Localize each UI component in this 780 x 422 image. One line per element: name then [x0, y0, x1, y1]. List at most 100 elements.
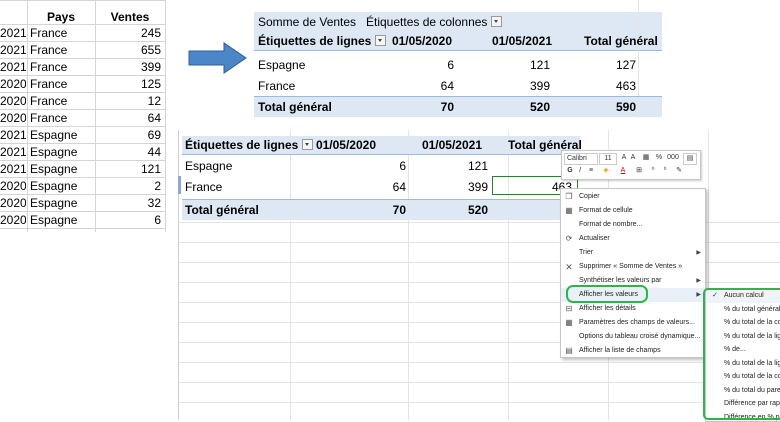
year-cell[interactable]: 2021 — [0, 144, 26, 161]
country-cell[interactable]: Espagne — [30, 127, 94, 144]
menu-item-details[interactable]: ⊟Afficher les détails — [561, 302, 705, 316]
row-label-espagne: Espagne — [185, 158, 232, 175]
value-cell[interactable]: 64 — [366, 179, 406, 196]
country-cell[interactable]: France — [30, 110, 94, 127]
col-date-2021: 01/05/2021 — [414, 137, 482, 154]
sales-cell[interactable]: 64 — [96, 110, 161, 127]
menu-item-refresh[interactable]: ⟳Actualiser — [561, 232, 705, 246]
country-cell[interactable]: Espagne — [30, 212, 94, 229]
font-name-box[interactable]: Calibri — [564, 153, 598, 165]
col-date-2020: 01/05/2020 — [386, 33, 452, 50]
menu-item-number-format[interactable]: Format de nombre... — [561, 218, 705, 232]
percent-icon[interactable]: % — [654, 153, 664, 163]
value-cell[interactable]: 399 — [510, 78, 550, 95]
country-cell[interactable]: Espagne — [30, 144, 94, 161]
number-format-icon[interactable]: ▦ — [640, 153, 652, 163]
mini-toolbar: Calibri 11 A A ▦ % 000 ▤ G I ≡ ◈ A ⊞ ⁰ ⁰… — [561, 150, 701, 180]
year-cell[interactable]: 2021 — [0, 42, 26, 59]
sales-cell[interactable]: 399 — [96, 59, 161, 76]
menu-item-pivot-options[interactable]: Options du tableau croisé dynamique... — [561, 330, 705, 344]
country-cell[interactable]: Espagne — [30, 195, 94, 212]
sales-cell[interactable]: 44 — [96, 144, 161, 161]
menu-item-remove[interactable]: ✕Supprimer « Somme de Ventes » — [561, 260, 705, 274]
bold-icon[interactable]: G — [566, 166, 574, 176]
font-color-icon[interactable]: A — [618, 166, 628, 176]
format-painter-icon[interactable]: ▤ — [683, 153, 697, 165]
source-table: Pays Ventes 2021France2452021France65520… — [0, 0, 166, 232]
row-label-france: France — [258, 78, 295, 95]
sales-cell[interactable]: 121 — [96, 161, 161, 178]
format-cell-icon: ▦ — [565, 207, 573, 215]
chevron-right-icon: ▶ — [696, 288, 701, 302]
year-cell[interactable]: 2020 — [0, 195, 26, 212]
year-cell[interactable]: 2020 — [0, 178, 26, 195]
col-total: Total général — [584, 33, 658, 50]
grand-total-cell[interactable]: 520 — [448, 202, 488, 219]
value-cell[interactable]: 121 — [510, 57, 550, 74]
value-cell[interactable]: 6 — [366, 158, 406, 175]
decimal-decrease-icon[interactable]: ⁰ — [660, 166, 670, 176]
year-cell[interactable]: 2021 — [0, 25, 26, 42]
year-cell[interactable]: 2021 — [0, 127, 26, 144]
sales-cell[interactable]: 2 — [96, 178, 161, 195]
sales-cell[interactable]: 125 — [96, 76, 161, 93]
col-date-2020: 01/05/2020 — [310, 137, 376, 154]
row-labels[interactable]: Étiquettes de lignes — [185, 137, 313, 154]
decrease-font-icon[interactable]: A — [629, 153, 637, 163]
year-cell[interactable]: 2020 — [0, 93, 26, 110]
col-labels-text: Étiquettes de colonnes — [366, 15, 487, 29]
highlight-submenu — [703, 288, 780, 420]
country-cell[interactable]: Espagne — [30, 161, 94, 178]
filter-icon[interactable] — [491, 16, 502, 27]
value-cell[interactable]: 399 — [448, 179, 488, 196]
sales-cell[interactable]: 655 — [96, 42, 161, 59]
grand-total-cell[interactable]: 520 — [510, 99, 550, 116]
grand-total-label: Total général — [258, 99, 332, 116]
menu-item-field-list[interactable]: ▤Afficher la liste de champs — [561, 344, 705, 358]
decimal-icon[interactable]: ⁰ — [648, 166, 658, 176]
clear-icon[interactable]: ✎ — [674, 166, 684, 176]
country-cell[interactable]: France — [30, 59, 94, 76]
country-cell[interactable]: France — [30, 42, 94, 59]
col-date-2021: 01/05/2021 — [484, 33, 552, 50]
increase-font-icon[interactable]: A — [620, 153, 628, 163]
col-labels[interactable]: Étiquettes de colonnes — [366, 14, 502, 31]
menu-item-format-cell[interactable]: ▦Format de cellule — [561, 204, 705, 218]
menu-item-sort[interactable]: Trier▶ — [561, 246, 705, 260]
value-cell[interactable]: 463 — [594, 78, 636, 95]
thousands-icon[interactable]: 000 — [666, 153, 680, 163]
country-cell[interactable]: Espagne — [30, 178, 94, 195]
row-labels-text: Étiquettes de lignes — [258, 34, 371, 48]
menu-item-copy[interactable]: ❐Copier — [561, 190, 705, 204]
year-cell[interactable]: 2020 — [0, 110, 26, 127]
sales-cell[interactable]: 6 — [96, 212, 161, 229]
align-center-icon[interactable]: ≡ — [586, 166, 596, 176]
year-cell[interactable]: 2021 — [0, 161, 26, 178]
value-cell[interactable]: 64 — [414, 78, 454, 95]
borders-icon[interactable]: ⊞ — [634, 166, 644, 176]
year-cell[interactable]: 2021 — [0, 59, 26, 76]
sales-cell[interactable]: 245 — [96, 25, 161, 42]
grand-total-cell[interactable]: 70 — [366, 202, 406, 219]
arrow-icon — [188, 42, 248, 74]
value-cell[interactable]: 6 — [414, 57, 454, 74]
country-cell[interactable]: France — [30, 76, 94, 93]
year-cell[interactable]: 2020 — [0, 212, 26, 229]
italic-icon[interactable]: I — [576, 166, 584, 176]
menu-item-field-settings[interactable]: ▦Paramètres des champs de valeurs... — [561, 316, 705, 330]
sales-cell[interactable]: 69 — [96, 127, 161, 144]
value-cell[interactable]: 121 — [448, 158, 488, 175]
grand-total-cell[interactable]: 590 — [594, 99, 636, 116]
filter-icon[interactable] — [375, 35, 386, 46]
value-cell[interactable]: 127 — [594, 57, 636, 74]
year-cell[interactable]: 2020 — [0, 76, 26, 93]
country-cell[interactable]: France — [30, 25, 94, 42]
row-labels[interactable]: Étiquettes de lignes — [258, 33, 386, 50]
country-cell[interactable]: France — [30, 93, 94, 110]
sales-cell[interactable]: 12 — [96, 93, 161, 110]
fill-color-icon[interactable]: ◈ — [600, 166, 612, 176]
font-size-box[interactable]: 11 — [599, 153, 617, 165]
grand-total-cell[interactable]: 70 — [414, 99, 454, 116]
sum-label: Somme de Ventes — [258, 14, 356, 31]
sales-cell[interactable]: 32 — [96, 195, 161, 212]
